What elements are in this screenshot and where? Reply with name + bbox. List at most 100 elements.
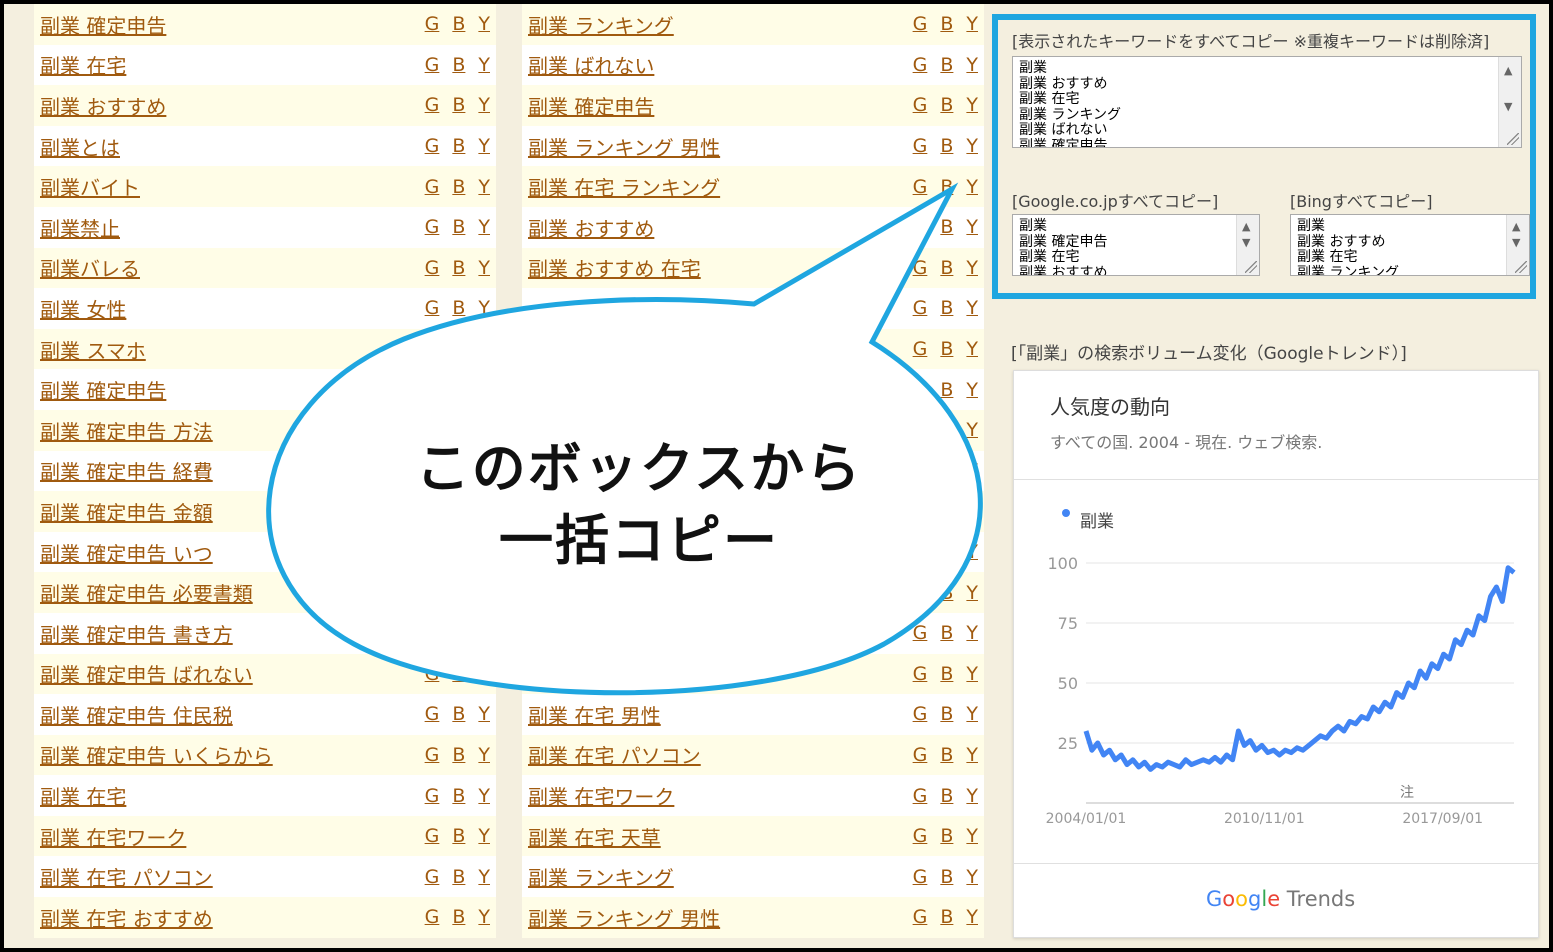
bing-search-link[interactable]: B <box>452 338 465 360</box>
google-search-link[interactable]: G <box>913 338 928 360</box>
keyword-link[interactable]: 副業 確定申告 書き方 <box>40 619 233 648</box>
yahoo-search-link[interactable]: Y <box>966 297 978 319</box>
google-search-link[interactable]: G <box>425 379 440 401</box>
yahoo-search-link[interactable]: Y <box>478 257 490 279</box>
bing-search-link[interactable]: B <box>940 500 953 522</box>
keyword-link[interactable]: 副業 確定申告 経費 <box>40 456 213 485</box>
yahoo-search-link[interactable]: Y <box>478 338 490 360</box>
bing-search-link[interactable]: B <box>452 866 465 888</box>
yahoo-search-link[interactable]: Y <box>966 744 978 766</box>
google-search-link[interactable]: G <box>913 54 928 76</box>
bing-search-link[interactable]: B <box>940 460 953 482</box>
keyword-link[interactable]: 副業 女性 <box>40 294 126 323</box>
keyword-link[interactable]: 副業 おすすめ <box>528 213 654 242</box>
bing-search-link[interactable]: B <box>940 13 953 35</box>
yahoo-search-link[interactable]: Y <box>966 663 978 685</box>
keyword-link[interactable]: 副業 確定申告 <box>40 375 166 404</box>
bing-search-link[interactable]: B <box>452 135 465 157</box>
yahoo-search-link[interactable]: Y <box>966 866 978 888</box>
google-search-link[interactable]: G <box>913 176 928 198</box>
yahoo-search-link[interactable]: Y <box>966 379 978 401</box>
bing-search-link[interactable]: B <box>940 541 953 563</box>
keyword-link[interactable]: 副業 ランキング 男性 <box>528 132 720 161</box>
yahoo-search-link[interactable]: Y <box>478 216 490 238</box>
google-search-link[interactable]: G <box>913 379 928 401</box>
bing-search-link[interactable]: B <box>940 703 953 725</box>
bing-search-link[interactable]: B <box>452 744 465 766</box>
yahoo-search-link[interactable]: Y <box>966 94 978 116</box>
bing-search-link[interactable]: B <box>452 13 465 35</box>
bing-search-link[interactable]: B <box>940 825 953 847</box>
bing-search-link[interactable]: B <box>452 703 465 725</box>
keyword-link[interactable]: 副業 在宅 パソコン <box>528 740 701 769</box>
google-search-link[interactable]: G <box>425 176 440 198</box>
bing-search-link[interactable]: B <box>940 906 953 928</box>
yahoo-search-link[interactable]: Y <box>966 419 978 441</box>
google-trends-logo[interactable]: Google Trends <box>1206 887 1355 911</box>
yahoo-search-link[interactable]: Y <box>478 663 490 685</box>
yahoo-search-link[interactable]: Y <box>478 379 490 401</box>
google-copy-textarea[interactable]: 副業 副業 確定申告 副業 在宅 副業 おすすめ ▲ ▼ <box>1012 214 1260 276</box>
yahoo-search-link[interactable]: Y <box>478 622 490 644</box>
google-search-link[interactable]: G <box>913 500 928 522</box>
google-search-link[interactable]: G <box>913 744 928 766</box>
bing-copy-textarea[interactable]: 副業 副業 おすすめ 副業 在宅 副業 ランキング ▲ ▼ <box>1290 214 1530 276</box>
bing-search-link[interactable]: B <box>940 176 953 198</box>
google-search-link[interactable]: G <box>913 135 928 157</box>
google-search-link[interactable]: G <box>425 135 440 157</box>
google-search-link[interactable]: G <box>913 257 928 279</box>
bing-search-link[interactable]: B <box>452 582 465 604</box>
bing-search-link[interactable]: B <box>940 135 953 157</box>
yahoo-search-link[interactable]: Y <box>478 94 490 116</box>
google-search-link[interactable]: G <box>425 54 440 76</box>
google-search-link[interactable]: G <box>425 257 440 279</box>
keyword-link[interactable]: 副業バイト <box>40 172 140 201</box>
resize-grip-icon[interactable] <box>1507 133 1519 145</box>
bing-search-link[interactable]: B <box>940 582 953 604</box>
bing-search-link[interactable]: B <box>452 297 465 319</box>
keyword-link[interactable]: 副業 おすすめ <box>40 91 166 120</box>
bing-search-link[interactable]: B <box>940 419 953 441</box>
google-search-link[interactable]: G <box>913 460 928 482</box>
bing-search-link[interactable]: B <box>940 622 953 644</box>
google-search-link[interactable]: G <box>913 541 928 563</box>
bing-search-link[interactable]: B <box>452 216 465 238</box>
bing-search-link[interactable]: B <box>452 825 465 847</box>
keyword-link[interactable]: 副業 在宅ワーク <box>528 781 674 810</box>
keyword-link[interactable]: 副業 確定申告 金額 <box>40 497 213 526</box>
keyword-link[interactable]: 副業 在宅 ランキング <box>528 172 720 201</box>
resize-grip-icon[interactable] <box>1245 261 1257 273</box>
bing-search-link[interactable]: B <box>940 54 953 76</box>
yahoo-search-link[interactable]: Y <box>966 541 978 563</box>
keyword-link[interactable]: 副業禁止 <box>40 213 120 242</box>
bing-search-link[interactable]: B <box>940 663 953 685</box>
google-search-link[interactable]: G <box>913 297 928 319</box>
google-search-link[interactable]: G <box>425 744 440 766</box>
google-search-link[interactable]: G <box>913 906 928 928</box>
google-search-link[interactable]: G <box>913 582 928 604</box>
keyword-link[interactable]: 副業 確定申告 <box>528 91 654 120</box>
keyword-link[interactable]: 副業 在宅 <box>40 781 126 810</box>
keyword-link[interactable]: 副業 ランキング <box>528 862 674 891</box>
keyword-link[interactable]: 副業 在宅 男性 <box>528 700 661 729</box>
yahoo-search-link[interactable]: Y <box>478 297 490 319</box>
bing-search-link[interactable]: B <box>452 379 465 401</box>
yahoo-search-link[interactable]: Y <box>478 176 490 198</box>
yahoo-search-link[interactable]: Y <box>966 216 978 238</box>
yahoo-search-link[interactable]: Y <box>478 825 490 847</box>
bing-search-link[interactable]: B <box>940 379 953 401</box>
bing-search-link[interactable]: B <box>940 297 953 319</box>
keyword-link[interactable]: 副業 在宅ワーク <box>40 822 186 851</box>
keyword-link[interactable]: 副業 在宅 おすすめ <box>40 903 213 932</box>
google-search-link[interactable]: G <box>425 338 440 360</box>
google-search-link[interactable]: G <box>913 216 928 238</box>
yahoo-search-link[interactable]: Y <box>478 13 490 35</box>
keyword-link[interactable]: 副業 ばれない <box>528 50 654 79</box>
keyword-link[interactable]: 副業 確定申告 住民税 <box>40 700 233 729</box>
yahoo-search-link[interactable]: Y <box>966 13 978 35</box>
google-search-link[interactable]: G <box>425 866 440 888</box>
yahoo-search-link[interactable]: Y <box>966 54 978 76</box>
keyword-link[interactable]: 副業 スマホ <box>40 335 146 364</box>
google-search-link[interactable]: G <box>913 419 928 441</box>
google-search-link[interactable]: G <box>425 13 440 35</box>
